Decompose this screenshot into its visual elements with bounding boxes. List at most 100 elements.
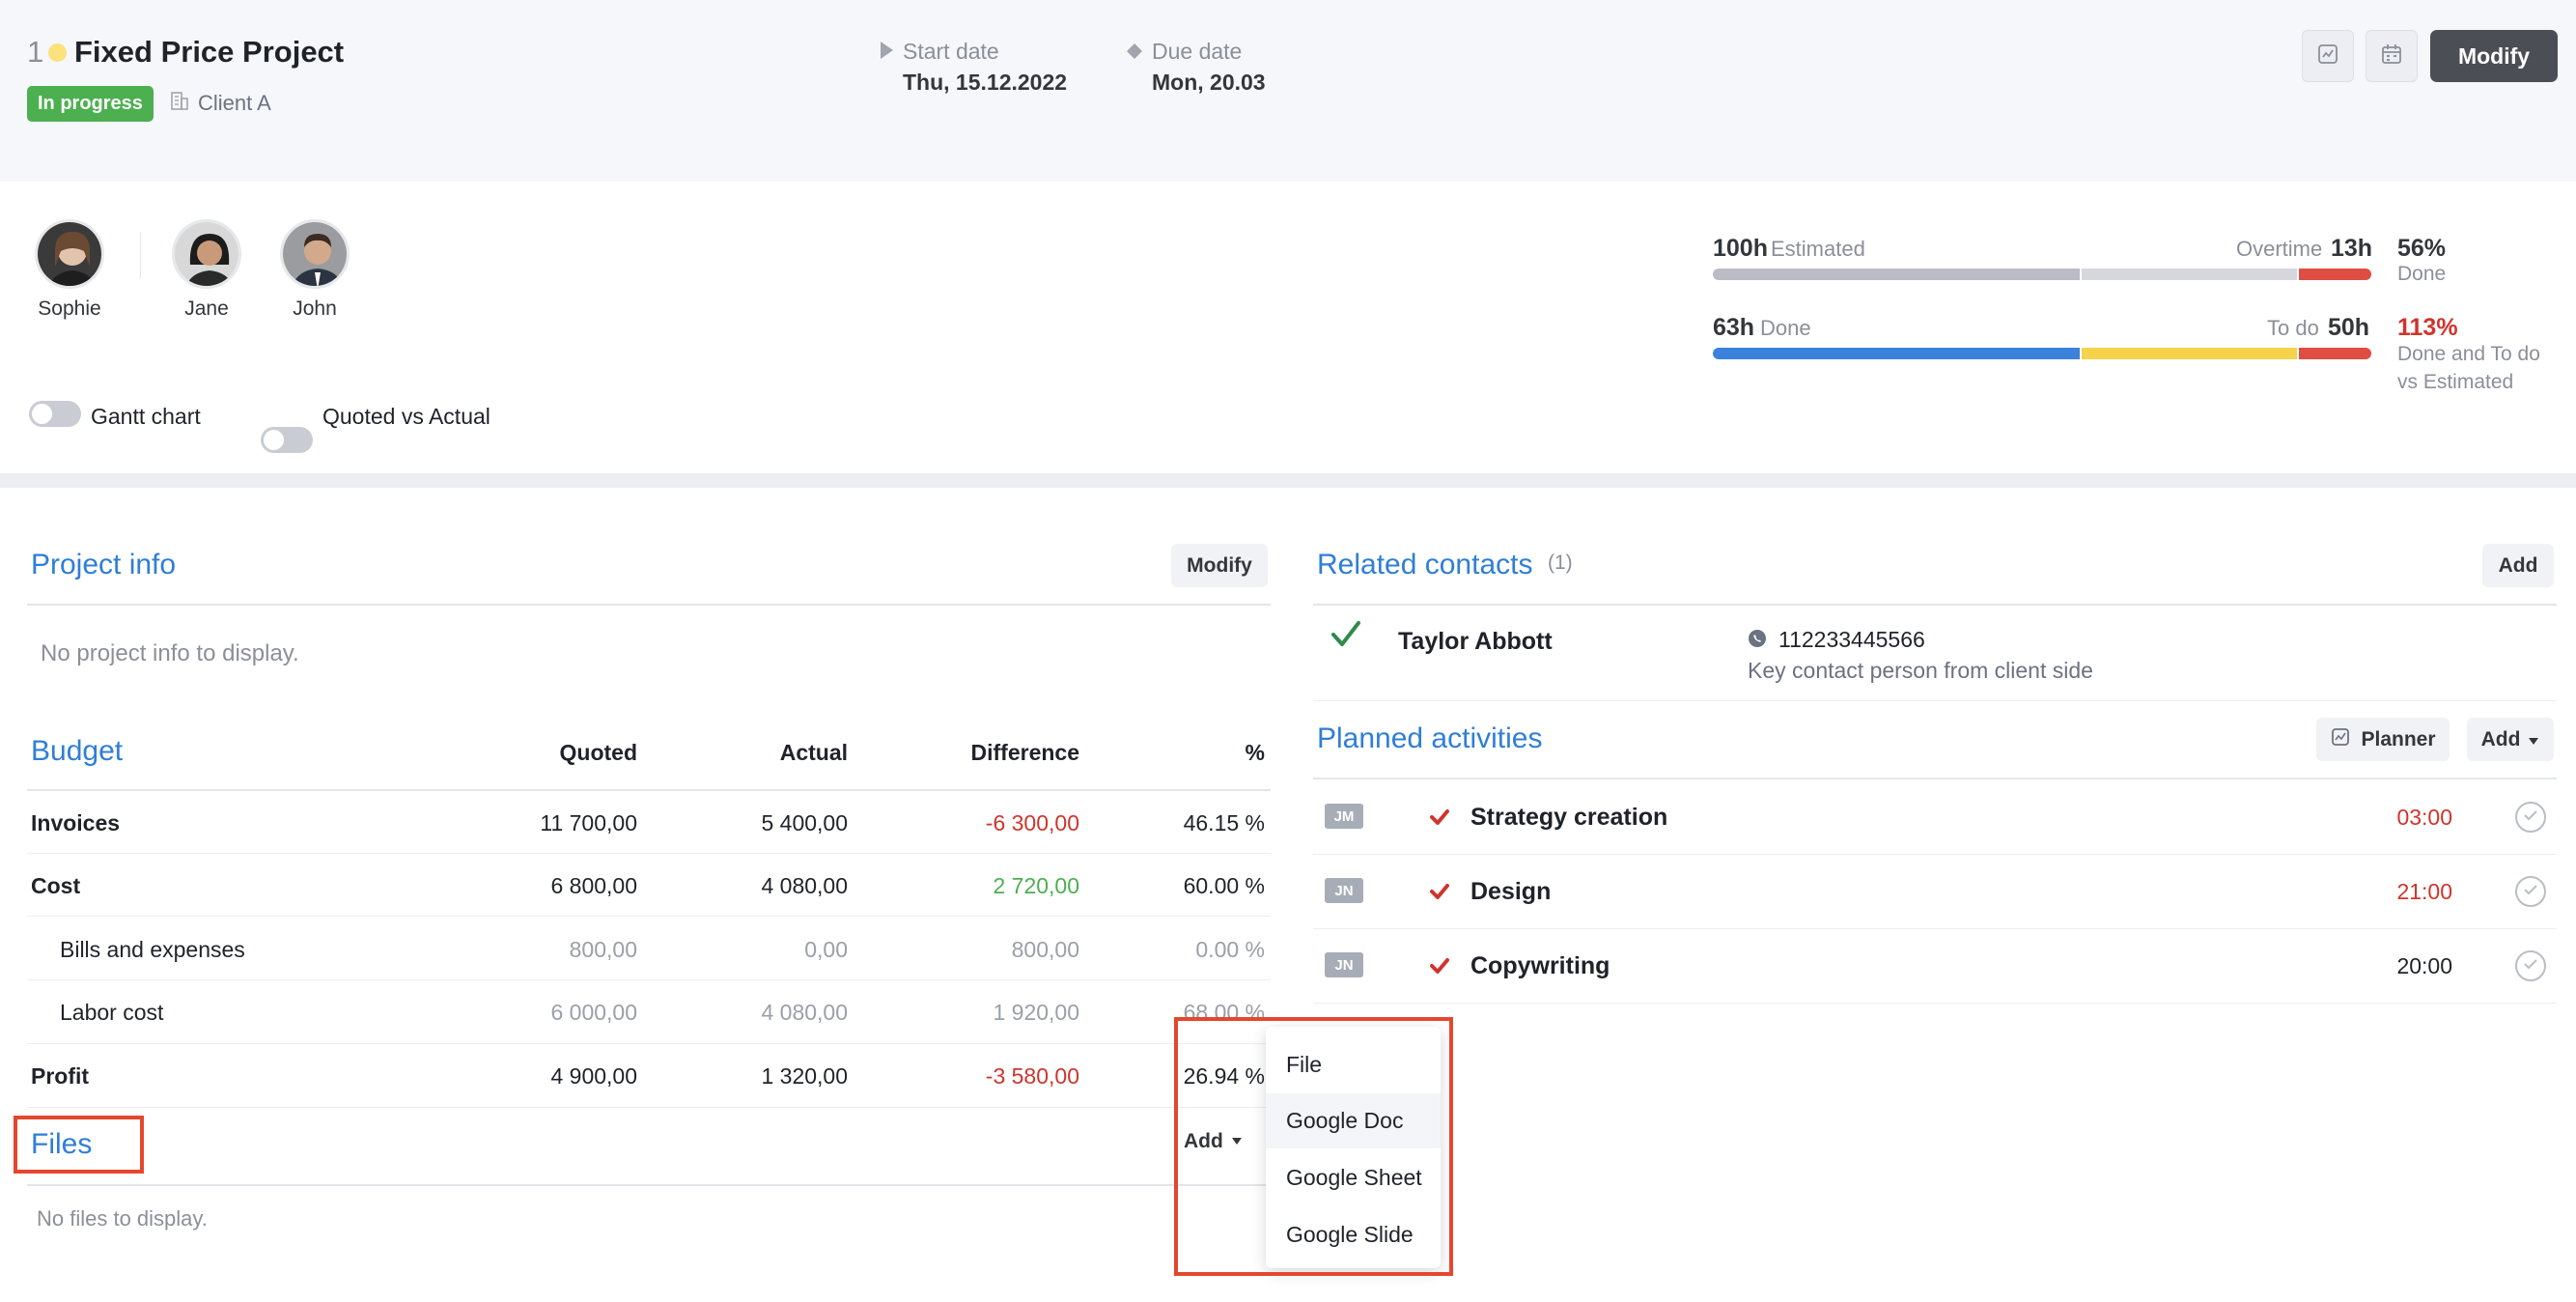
budget-row-rule xyxy=(27,853,1271,854)
avatar-jane[interactable] xyxy=(172,219,241,289)
project-title: Fixed Price Project xyxy=(74,35,345,69)
caret-down-icon xyxy=(2528,728,2539,751)
complete-activity-button[interactable] xyxy=(2515,876,2546,907)
budget-header-rule xyxy=(27,789,1271,791)
contact-row-rule xyxy=(1313,700,2557,701)
add-contact-button[interactable]: Add xyxy=(2482,544,2554,587)
report-icon xyxy=(2316,42,2339,71)
activity-name[interactable]: Design xyxy=(1470,878,1551,906)
planner-button[interactable]: Planner xyxy=(2316,718,2450,761)
budget-cell-quoted: 800,00 xyxy=(569,937,637,962)
estimated-done-segment xyxy=(1713,269,2080,280)
project-info-title: Project info xyxy=(31,549,177,580)
done-percent-label: Done xyxy=(2397,263,2447,285)
budget-cell-actual: 1 320,00 xyxy=(761,1063,848,1089)
budget-cell-actual: 0,00 xyxy=(804,937,848,962)
assignee-initials: JM xyxy=(1325,804,1363,829)
contacts-rule xyxy=(1313,604,2557,606)
gantt-chart-label: Gantt chart xyxy=(91,404,201,429)
project-header: 1 Fixed Price Project In progress Client… xyxy=(0,0,2576,182)
budget-row-label: Cost xyxy=(31,873,81,898)
contact-phone[interactable]: 112233445566 xyxy=(1778,627,1925,653)
complete-activity-button[interactable] xyxy=(2515,802,2546,833)
calendar-button[interactable] xyxy=(2366,30,2418,82)
todo-segment xyxy=(2082,348,2297,359)
budget-cell-difference: 1 920,00 xyxy=(993,1000,1079,1025)
building-icon xyxy=(169,90,190,116)
highlight-add-menu xyxy=(1174,1017,1453,1276)
member-name-john: John xyxy=(293,297,337,320)
budget-cell-actual: 4 080,00 xyxy=(761,1000,848,1025)
project-color-dot xyxy=(48,43,67,62)
budget-row-label: Bills and expenses xyxy=(60,937,245,962)
client-name[interactable]: Client A xyxy=(198,91,271,116)
status-badge[interactable]: In progress xyxy=(27,86,154,122)
done-label: Done xyxy=(1760,316,1811,340)
activity-row-rule xyxy=(1313,854,2557,855)
activity-row-rule xyxy=(1313,928,2557,929)
modify-project-button[interactable]: Modify xyxy=(2430,30,2558,82)
total-percent: 113% xyxy=(2397,314,2458,341)
start-date-value: Thu, 15.12.2022 xyxy=(903,70,1068,95)
done-hours: 63h xyxy=(1713,314,1755,341)
section-divider xyxy=(0,473,2576,488)
due-date-value: Mon, 20.03 xyxy=(1152,70,1266,95)
contact-name[interactable]: Taylor Abbott xyxy=(1398,628,1553,656)
todo-hours: 50h xyxy=(2328,314,2370,341)
activity-time: 20:00 xyxy=(2396,953,2452,978)
activity-time: 21:00 xyxy=(2396,879,2452,904)
activity-row-rule xyxy=(1313,1003,2557,1004)
gantt-chart-toggle[interactable] xyxy=(29,401,81,427)
play-icon xyxy=(879,41,894,65)
over-estimate-segment xyxy=(2299,348,2371,359)
todo-label: To do xyxy=(2267,316,2319,340)
complete-activity-button[interactable] xyxy=(2515,950,2546,981)
budget-cell-difference: 2 720,00 xyxy=(993,873,1079,898)
budget-cell-percent: 0.00 % xyxy=(1195,937,1265,962)
project-info-rule xyxy=(27,604,1271,606)
budget-header-quoted: Quoted xyxy=(559,740,638,765)
assignee-initials: JN xyxy=(1325,952,1363,977)
budget-row-rule xyxy=(27,1107,1271,1108)
estimated-remaining-segment xyxy=(2082,269,2297,280)
check-icon xyxy=(2523,957,2538,976)
start-date-label: Start date xyxy=(903,39,999,64)
add-activity-button[interactable]: Add xyxy=(2467,718,2554,761)
activity-name[interactable]: Strategy creation xyxy=(1470,804,1667,832)
budget-header-difference: Difference xyxy=(970,740,1079,765)
report-button[interactable] xyxy=(2302,30,2354,82)
budget-title: Budget xyxy=(31,735,124,767)
budget-row-label: Labor cost xyxy=(60,1000,164,1025)
related-contacts-count: (1) xyxy=(1548,552,1573,574)
overtime-segment xyxy=(2299,269,2371,280)
estimated-hours: 100h xyxy=(1713,235,1768,262)
activity-name[interactable]: Copywriting xyxy=(1470,952,1610,980)
priority-check-icon xyxy=(1429,882,1450,906)
budget-row-rule xyxy=(27,916,1271,917)
quoted-vs-actual-label: Quoted vs Actual xyxy=(322,404,490,429)
budget-header-percent: % xyxy=(1245,740,1265,765)
done-percent: 56% xyxy=(2397,235,2447,262)
diamond-icon xyxy=(1126,42,1143,65)
due-date-label: Due date xyxy=(1152,39,1243,64)
calendar-icon xyxy=(2380,42,2403,71)
budget-cell-quoted: 6 000,00 xyxy=(550,1000,637,1025)
budget-cell-percent: 60.00 % xyxy=(1183,873,1265,898)
budget-cell-difference: 800,00 xyxy=(1011,937,1079,962)
avatar-sophie[interactable] xyxy=(35,219,104,289)
modify-project-info-button[interactable]: Modify xyxy=(1171,544,1268,587)
budget-row-label: Profit xyxy=(31,1063,90,1089)
budget-cell-percent: 46.15 % xyxy=(1183,810,1265,835)
key-contact-check-icon xyxy=(1330,620,1361,654)
avatar-john[interactable] xyxy=(280,219,350,289)
budget-cell-quoted: 11 700,00 xyxy=(540,810,637,835)
member-name-jane: Jane xyxy=(184,297,229,320)
budget-row-rule xyxy=(27,979,1271,980)
quoted-vs-actual-toggle[interactable] xyxy=(261,427,313,453)
overtime-label: Overtime xyxy=(2236,237,2323,261)
member-name-sophie: Sophie xyxy=(38,297,101,320)
phone-icon xyxy=(1748,629,1767,653)
budget-cell-difference: -3 580,00 xyxy=(985,1063,1079,1089)
budget-row-label: Invoices xyxy=(31,810,121,835)
project-number: 1 xyxy=(27,35,44,69)
